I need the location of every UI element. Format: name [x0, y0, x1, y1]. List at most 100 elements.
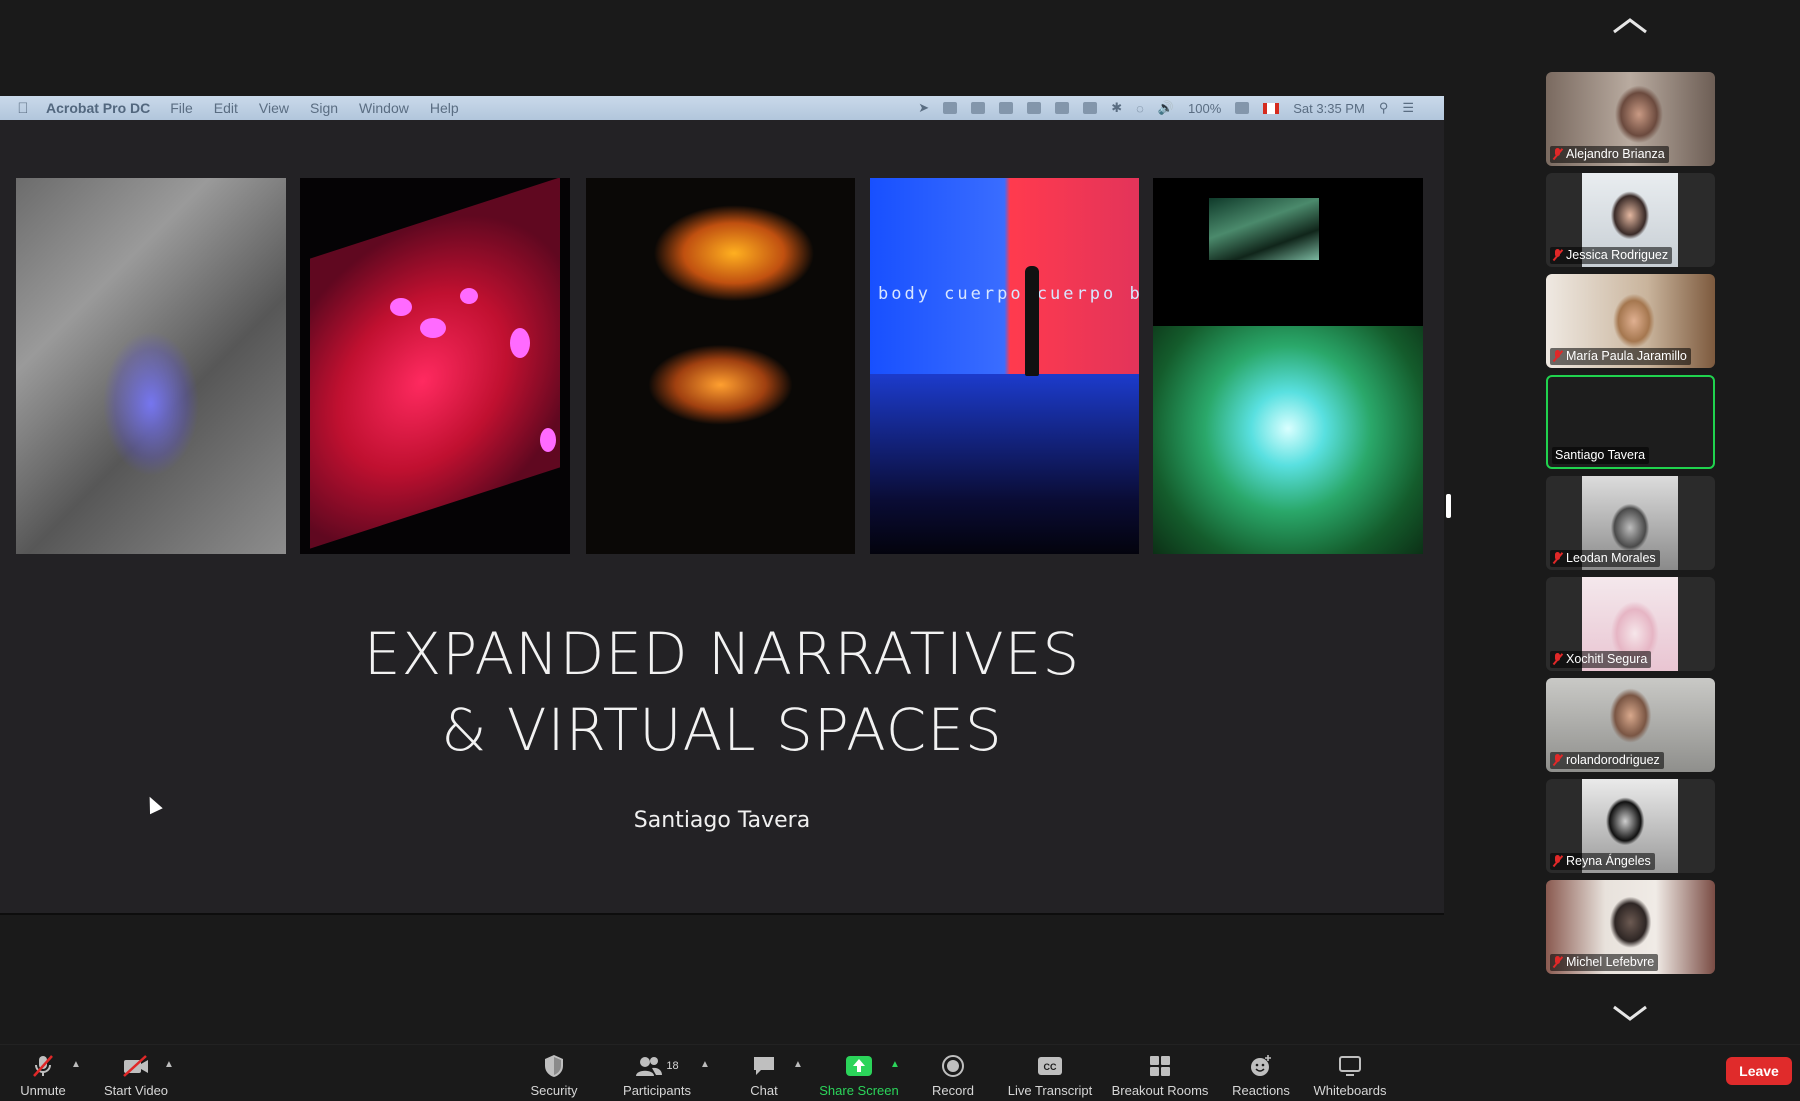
magenta-dot — [460, 288, 478, 304]
participant-gallery: Alejandro Brianza Jessica Rodriguez Marí… — [1546, 72, 1715, 981]
location-arrow-icon: ➤ — [918, 100, 930, 115]
unmute-button[interactable]: Unmute — [16, 1045, 70, 1101]
mic-muted-icon — [1553, 552, 1562, 564]
gallery-scroll-down-icon[interactable] — [1608, 1003, 1652, 1025]
breakout-rooms-button[interactable]: Breakout Rooms — [1112, 1045, 1208, 1101]
menu-sign[interactable]: Sign — [310, 100, 338, 116]
mic-off-icon — [30, 1053, 56, 1079]
participant-video-tile[interactable]: Jessica Rodriguez — [1546, 173, 1715, 267]
menubar-status-area: ➤ ✱ ◌ 🔊 100% Sat 3:35 PM ⚲ ☰ — [918, 96, 1414, 120]
app-status-icon[interactable] — [971, 102, 986, 114]
mic-muted-icon — [1553, 754, 1562, 766]
participants-count: 18 — [666, 1060, 679, 1072]
participants-icon: 18 — [635, 1053, 679, 1079]
participant-video-tile[interactable]: rolandorodriguez — [1546, 678, 1715, 772]
participant-name-label: Jessica Rodriguez — [1550, 247, 1673, 264]
slide-image-projection-room: body cuerpo cuerpo bod z — [870, 178, 1139, 554]
svg-text:CC: CC — [1044, 1062, 1057, 1072]
slide-title-line2: & VIRTUAL SPACES — [441, 696, 1003, 764]
slide-title: EXPANDED NARRATIVES & VIRTUAL SPACES — [0, 616, 1444, 768]
creative-cloud-icon[interactable] — [943, 102, 958, 114]
magenta-dot — [390, 298, 412, 316]
shared-screen:  Acrobat Pro DC File Edit View Sign Win… — [0, 96, 1444, 915]
menu-file[interactable]: File — [170, 100, 193, 116]
battery-icon[interactable] — [1235, 102, 1250, 114]
participant-video-tile[interactable]: Alejandro Brianza — [1546, 72, 1715, 166]
video-off-icon — [121, 1053, 151, 1079]
whiteboard-icon — [1337, 1053, 1363, 1079]
menu-view[interactable]: View — [259, 100, 289, 116]
participant-name-label: Leodan Morales — [1550, 550, 1660, 567]
whiteboards-button[interactable]: Whiteboards — [1312, 1045, 1388, 1101]
slide-image-red-abstract — [300, 178, 570, 554]
share-options-chevron-up-icon[interactable]: ▲ — [889, 1059, 901, 1070]
menubar-app-name[interactable]: Acrobat Pro DC — [46, 100, 150, 116]
mic-muted-icon — [1553, 350, 1562, 362]
globe-icon[interactable] — [1055, 102, 1070, 114]
slide-author: Santiago Tavera — [633, 808, 811, 833]
live-transcript-button[interactable]: CC Live Transcript — [1006, 1045, 1094, 1101]
participant-video-tile[interactable]: María Paula Jaramillo — [1546, 274, 1715, 368]
participant-video-tile[interactable]: Michel Lefebvre — [1546, 880, 1715, 974]
menubar-clock[interactable]: Sat 3:35 PM — [1293, 101, 1365, 116]
participant-name-label: María Paula Jaramillo — [1550, 348, 1691, 365]
chat-bubble-icon — [751, 1053, 777, 1079]
canada-flag-icon[interactable] — [1263, 102, 1280, 114]
participants-button[interactable]: 18 Participants — [617, 1045, 697, 1101]
shield-icon — [542, 1053, 566, 1079]
mic-muted-icon — [1553, 956, 1562, 968]
record-icon — [940, 1053, 966, 1079]
participants-options-chevron-up-icon[interactable]: ▲ — [699, 1059, 711, 1070]
slide-image-forest — [1153, 178, 1423, 554]
mic-muted-icon — [1553, 855, 1562, 867]
meeting-toolbar: Unmute ▲ Start Video ▲ Security 18 Parti… — [0, 1044, 1800, 1101]
wifi-icon[interactable]: ◌ — [1136, 101, 1144, 116]
sync-icon[interactable] — [999, 102, 1014, 114]
start-video-button[interactable]: Start Video — [100, 1045, 172, 1101]
chat-button[interactable]: Chat — [745, 1045, 783, 1101]
participant-video-tile[interactable]: Leodan Morales — [1546, 476, 1715, 570]
participant-video-tile[interactable]: Xochitl Segura — [1546, 577, 1715, 671]
security-button[interactable]: Security — [524, 1045, 584, 1101]
record-button[interactable]: Record — [928, 1045, 978, 1101]
leave-button[interactable]: Leave — [1726, 1057, 1792, 1085]
bluetooth-icon[interactable]: ✱ — [1111, 100, 1122, 116]
forest-canopy — [1153, 326, 1423, 554]
smiley-plus-icon — [1248, 1053, 1274, 1079]
reactions-button[interactable]: Reactions — [1231, 1045, 1291, 1101]
magenta-dot — [510, 328, 530, 358]
splitter-handle[interactable] — [1446, 494, 1451, 518]
room-floor — [870, 374, 1139, 554]
participant-video-tile[interactable]: Reyna Ángeles — [1546, 779, 1715, 873]
menu-window[interactable]: Window — [359, 100, 409, 116]
display-icon[interactable] — [1027, 102, 1042, 114]
mic-muted-icon — [1553, 653, 1562, 665]
slide-image-aerial-map — [16, 178, 286, 554]
participant-name-label: Michel Lefebvre — [1550, 954, 1659, 971]
person-silhouette — [1025, 266, 1039, 376]
chat-options-chevron-up-icon[interactable]: ▲ — [792, 1059, 804, 1070]
water-thumbnail — [1209, 198, 1319, 260]
menu-help[interactable]: Help — [430, 100, 459, 116]
mac-menubar:  Acrobat Pro DC File Edit View Sign Win… — [0, 96, 1444, 120]
participant-name-label: Xochitl Segura — [1550, 651, 1652, 668]
menu-edit[interactable]: Edit — [214, 100, 238, 116]
apple-icon[interactable]:  — [0, 100, 46, 117]
breakout-rooms-grid-icon — [1148, 1053, 1172, 1079]
participant-video-tile-active[interactable]: Santiago Tavera — [1546, 375, 1715, 469]
participant-name-label: Reyna Ángeles — [1550, 853, 1655, 870]
notification-center-icon[interactable]: ☰ — [1402, 100, 1414, 116]
participant-name-label: Santiago Tavera — [1552, 447, 1650, 464]
video-options-chevron-up-icon[interactable]: ▲ — [163, 1059, 175, 1070]
user-icon[interactable] — [1083, 102, 1098, 114]
spotlight-search-icon[interactable]: ⚲ — [1379, 100, 1389, 116]
slide-title-line1: EXPANDED NARRATIVES — [363, 620, 1081, 688]
magenta-dot — [420, 318, 446, 338]
mic-muted-icon — [1553, 148, 1562, 160]
audio-options-chevron-up-icon[interactable]: ▲ — [70, 1059, 82, 1070]
share-screen-button[interactable]: Share Screen — [818, 1045, 900, 1101]
gallery-scroll-up-icon[interactable] — [1608, 16, 1652, 38]
projected-text: body cuerpo cuerpo bod z — [878, 284, 1139, 304]
red-abstract-shape — [310, 178, 560, 549]
volume-icon[interactable]: 🔊 — [1158, 100, 1174, 116]
